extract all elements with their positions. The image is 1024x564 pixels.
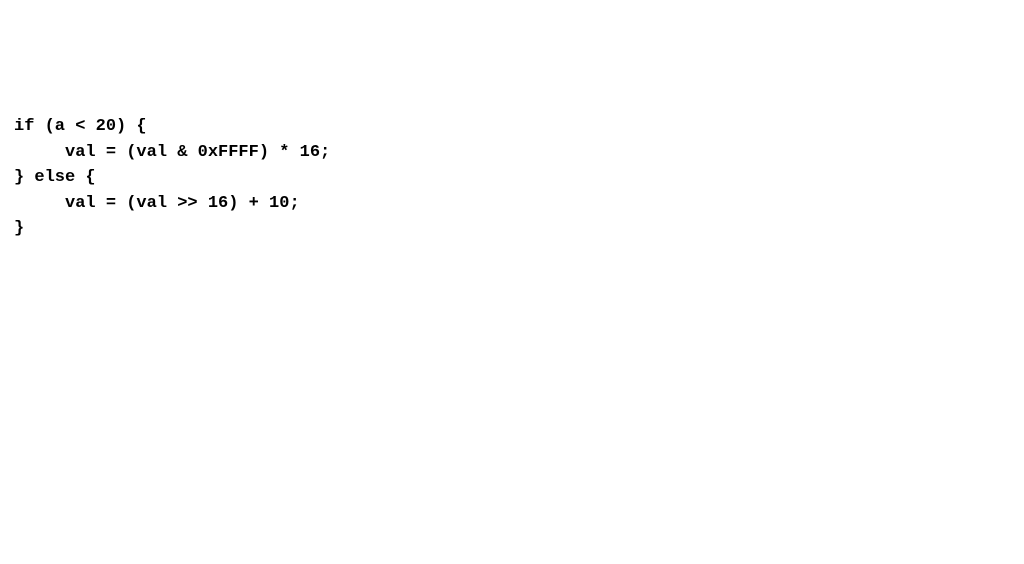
- code-line-3: } else {: [14, 168, 96, 187]
- code-line-1: if (a < 20) {: [14, 117, 147, 136]
- code-line-4: val = (val >> 16) + 10;: [14, 194, 300, 213]
- code-line-5: }: [14, 219, 24, 238]
- code-line-2: val = (val & 0xFFFF) * 16;: [14, 143, 330, 162]
- code-snippet: if (a < 20) { val = (val & 0xFFFF) * 16;…: [14, 114, 1010, 242]
